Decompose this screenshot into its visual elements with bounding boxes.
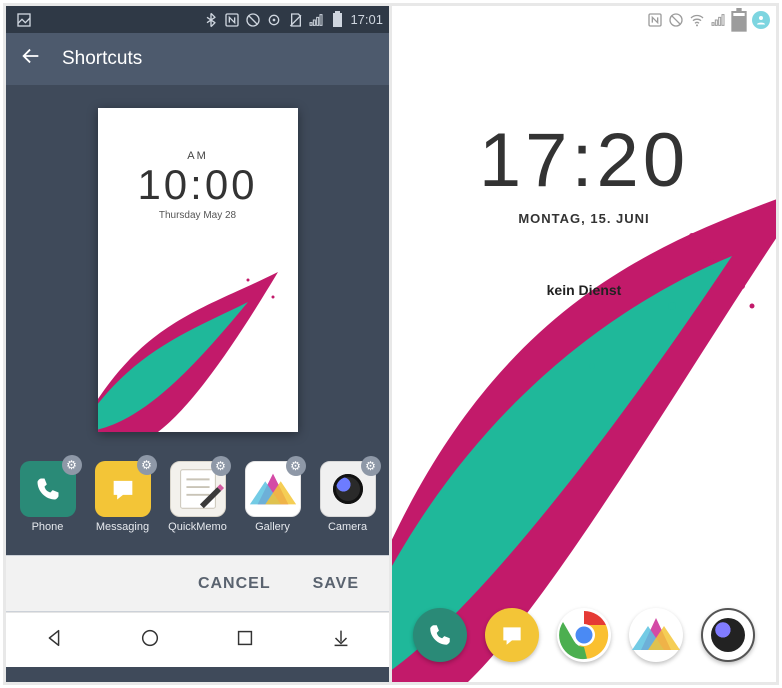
shortcut-quickmemo[interactable]: QuickMemo [163, 461, 233, 533]
save-button[interactable]: SAVE [313, 575, 359, 593]
shortcut-gallery[interactable]: Gallery [238, 461, 308, 533]
no-sim-icon [287, 12, 303, 28]
quickmemo-icon [170, 461, 226, 517]
gear-icon [286, 456, 306, 476]
nfc-icon [224, 12, 240, 28]
status-bar: 17:01 [6, 6, 389, 33]
action-bar: CANCEL SAVE [6, 555, 389, 612]
battery-icon [329, 12, 345, 28]
lock-dock [392, 608, 776, 662]
page-title: Shortcuts [62, 48, 142, 70]
signal-icon [308, 12, 324, 28]
shortcut-label: Messaging [96, 521, 149, 533]
shortcut-messaging[interactable]: Messaging [88, 461, 158, 533]
system-nav-bar [6, 612, 389, 667]
nav-recent-icon[interactable] [234, 627, 256, 654]
back-icon[interactable] [20, 45, 42, 73]
nav-notifications-icon[interactable] [330, 627, 352, 654]
phone-icon [20, 461, 76, 517]
dock-camera-icon[interactable] [701, 608, 755, 662]
lock-date: MONTAG, 15. JUNI [392, 211, 776, 226]
gear-icon [62, 455, 82, 475]
dock-gallery-icon[interactable] [629, 608, 683, 662]
messaging-icon [95, 461, 151, 517]
shortcut-camera[interactable]: Camera [313, 461, 383, 533]
bluetooth-icon [203, 12, 219, 28]
lock-screen[interactable]: 17:20 MONTAG, 15. JUNI kein Dienst [392, 6, 776, 682]
camera-icon [320, 461, 376, 517]
gear-icon [137, 455, 157, 475]
dock-phone-icon[interactable] [413, 608, 467, 662]
gallery-icon [245, 461, 301, 517]
preview-date: Thursday May 28 [98, 210, 298, 221]
gear-icon [211, 456, 231, 476]
no-sync-icon [245, 12, 261, 28]
nav-back-icon[interactable] [43, 627, 65, 654]
app-header: Shortcuts [6, 33, 389, 85]
nav-home-icon[interactable] [139, 627, 161, 654]
preview-time: 10:00 [98, 164, 298, 206]
shortcut-phone[interactable]: Phone [13, 461, 83, 533]
carrier-status: kein Dienst [392, 282, 776, 298]
wallpaper-splash-icon [392, 6, 776, 682]
wallpaper-splash-icon [98, 232, 298, 432]
shortcut-label: Phone [32, 521, 64, 533]
shortcut-label: QuickMemo [168, 521, 227, 533]
location-icon [266, 12, 282, 28]
shortcuts-settings-screen: 17:01 Shortcuts AM 10:00 Thursday May 28 [6, 6, 392, 682]
shortcut-label: Camera [328, 521, 367, 533]
dock-messaging-icon[interactable] [485, 608, 539, 662]
shortcut-label: Gallery [255, 521, 290, 533]
cancel-button[interactable]: CANCEL [198, 575, 271, 593]
status-clock: 17:01 [350, 12, 383, 27]
dock-chrome-icon[interactable] [557, 608, 611, 662]
shortcut-row: Phone Messaging QuickMemo [6, 455, 389, 555]
gear-icon [361, 456, 381, 476]
lock-time: 17:20 [392, 123, 776, 199]
preview-card[interactable]: AM 10:00 Thursday May 28 [98, 108, 298, 432]
lockscreen-preview: AM 10:00 Thursday May 28 [6, 85, 389, 455]
screenshot-icon [16, 12, 32, 28]
